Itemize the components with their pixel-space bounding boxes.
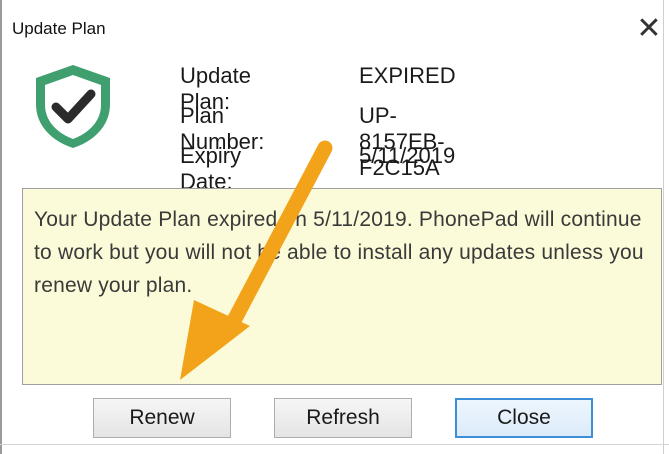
plan-number-value: UP-8157EB-F2C15A (359, 103, 445, 180)
window-border (0, 0, 2, 454)
dialog-bottom-edge (0, 444, 669, 445)
expiry-date-value: 5/11/2019 (359, 143, 456, 168)
renew-button[interactable]: Renew (93, 398, 231, 438)
update-plan-dialog: Update Plan ✕ Update Plan: EXPIRED Plan … (0, 0, 669, 454)
dialog-title: Update Plan (12, 19, 106, 38)
message-box: Your Update Plan expired on 5/11/2019. P… (22, 188, 662, 385)
close-button[interactable]: Close (455, 398, 593, 438)
plan-status-value: EXPIRED (359, 63, 456, 88)
refresh-button[interactable]: Refresh (274, 398, 412, 438)
window-border (663, 0, 664, 454)
expiry-message: Your Update Plan expired on 5/11/2019. P… (34, 208, 644, 297)
shield-check-icon (36, 65, 110, 148)
close-icon[interactable]: ✕ (629, 8, 669, 48)
